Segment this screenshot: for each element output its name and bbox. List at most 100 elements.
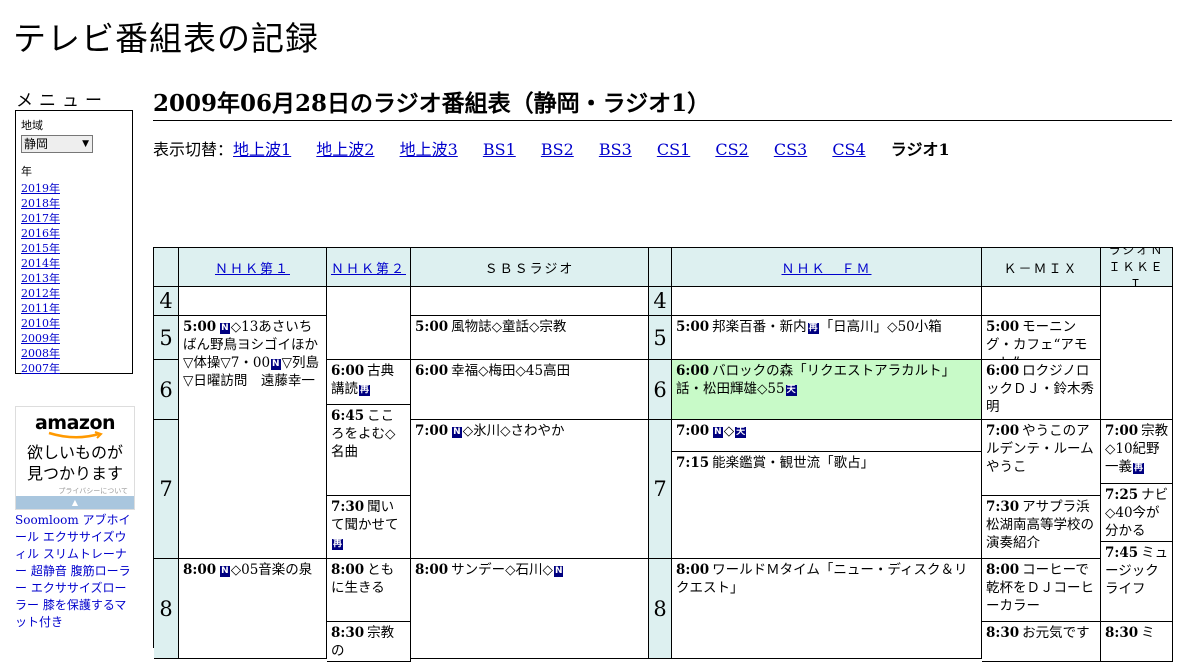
program-cell[interactable]: 7:00 宗教◇10紀野一義再 — [1101, 420, 1173, 484]
news-icon: N — [220, 323, 230, 334]
year-link[interactable]: 2010年 — [21, 316, 127, 331]
year-link[interactable]: 2019年 — [21, 181, 127, 196]
program-cell[interactable]: 5:00 邦楽百番・新内再「日高川」◇50小箱 — [672, 316, 982, 360]
program-cell[interactable]: 5:00 N ◇13あさいちばん野鳥ヨシゴイほか▽体操▽7・00 N ▽列島▽日曜訪問 … — [179, 316, 327, 559]
program-cell[interactable]: 8:30 ミ — [1101, 622, 1173, 662]
year-link[interactable]: 2015年 — [21, 241, 127, 256]
channel-link-nhk1[interactable]: ＮＨＫ第１ — [215, 258, 290, 277]
program-cell[interactable]: 8:00 N ◇05音楽の泉 — [179, 559, 327, 659]
channel-header-kmix: Ｋ－ＭＩＸ — [982, 248, 1101, 287]
amazon-logo: amazon — [34, 412, 116, 434]
ad-text-line2: 見つかります — [26, 464, 123, 483]
year-link[interactable]: 2016年 — [21, 226, 127, 241]
program-title: ◇05音楽の泉 — [230, 562, 313, 578]
amazon-ad[interactable]: amazon 欲しいものが 見つかります プライバシーについて ▲ — [15, 406, 135, 510]
program-title: ミ — [1141, 625, 1155, 641]
program-time: 6:00 — [415, 363, 449, 379]
program-cell[interactable]: 6:00 幸福◇梅田◇45高田 — [411, 360, 649, 420]
news-icon: N — [713, 427, 723, 438]
program-time: 5:00 — [183, 319, 217, 335]
year-link[interactable]: 2007年 — [21, 361, 127, 376]
program-time: 7:00 — [1105, 423, 1139, 439]
year-link[interactable]: 2009年 — [21, 331, 127, 346]
switch-link-bs2[interactable]: BS2 — [541, 140, 574, 159]
ad-text: 欲しいものが 見つかります — [16, 442, 134, 484]
program-cell[interactable]: 7:00 やうこのアルデンテ・ルームやうこ — [982, 420, 1101, 496]
year-link[interactable]: 2008年 — [21, 346, 127, 361]
ad-link[interactable]: Soomloom アブホイール エクササイズウィル スリムトレーナー 超静音 腹… — [15, 513, 131, 629]
year-link[interactable]: 2013年 — [21, 271, 127, 286]
program-cell[interactable]: 7:15 能楽鑑賞・観世流「歌占」 — [672, 452, 982, 559]
channel-link-nhkfm[interactable]: ＮＨＫ ＦＭ — [781, 258, 871, 277]
program-cell[interactable]: 7:30 アサプラ浜松湖南高等学校の演奏紹介 — [982, 496, 1101, 559]
year-link[interactable]: 2012年 — [21, 286, 127, 301]
program-title: 幸福◇梅田◇45高田 — [451, 363, 571, 379]
program-time: 8:30 — [986, 625, 1020, 641]
program-cell[interactable]: 7:25 ナビ◇40今が分かる — [1101, 484, 1173, 542]
program-cell[interactable]: 7:00 N ◇氷川◇さわやか — [411, 420, 649, 559]
program-time: 5:00 — [676, 319, 710, 335]
switch-link-terrestrial1[interactable]: 地上波1 — [233, 140, 291, 159]
switch-link-cs1[interactable]: CS1 — [657, 140, 690, 159]
rebroadcast-icon: 再 — [1133, 463, 1145, 474]
program-cell[interactable]: 7:00 N ◇ 天 — [672, 420, 982, 452]
channel-header-nhk1: ＮＨＫ第１ — [179, 248, 327, 287]
chevron-down-icon: ▼ — [82, 139, 89, 149]
channel-link-nhk2[interactable]: ＮＨＫ第２ — [331, 258, 406, 277]
site-title: テレビ番組表の記録 — [13, 19, 319, 58]
ad-privacy[interactable]: プライバシーについて — [16, 486, 134, 496]
program-cell[interactable]: 6:00 ロクジノロックＤＪ・鈴木秀明 — [982, 360, 1101, 420]
program-cell[interactable]: 7:30 聞いて聞かせて再 — [327, 496, 411, 559]
menu-box: 地域 静岡 ▼ 年 2019年 2018年 2017年 2016年 2015年 … — [15, 110, 133, 376]
switch-link-cs2[interactable]: CS2 — [715, 140, 748, 159]
program-cell[interactable]: 8:00 ともに生きる — [327, 559, 411, 622]
program-cell[interactable]: 8:00 サンデー◇石川◇ N — [411, 559, 649, 659]
program-cell[interactable]: 8:30 宗教の — [327, 622, 411, 662]
year-link[interactable]: 2014年 — [21, 256, 127, 271]
program-time: 7:30 — [331, 499, 365, 515]
program-title: サンデー◇石川◇ — [451, 562, 553, 578]
switch-link-terrestrial2[interactable]: 地上波2 — [316, 140, 374, 159]
program-cell[interactable]: 8:00 ワールドＭタイム「ニュー・ディスク＆リクエスト」 — [672, 559, 982, 659]
hour-label: 8 — [649, 559, 672, 659]
ad-expand-bar[interactable]: ▲ — [16, 496, 134, 509]
channel-header-sbs: ＳＢＳラジオ — [411, 248, 649, 287]
hour-label: 7 — [649, 420, 672, 559]
empty-slot — [672, 287, 982, 316]
program-time: 7:45 — [1105, 545, 1139, 561]
hour-label: 5 — [649, 316, 672, 360]
program-cell[interactable]: 5:00 風物誌◇童話◇宗教 — [411, 316, 649, 360]
program-title: ◇ — [723, 423, 735, 439]
program-title: ワールドＭタイム「ニュー・ディスク＆リクエスト」 — [676, 562, 968, 596]
year-link[interactable]: 2018年 — [21, 196, 127, 211]
program-cell[interactable]: 8:00 コーヒーで乾杯をＤＪコーヒーカラー — [982, 559, 1101, 622]
program-time: 8:00 — [676, 562, 710, 578]
year-link[interactable]: 2017年 — [21, 211, 127, 226]
corner-header — [649, 248, 672, 287]
weather-icon: 天 — [785, 385, 797, 396]
corner-header — [154, 248, 179, 287]
program-cell[interactable]: 5:00モーニング・カフェ“アモーレ” — [982, 316, 1101, 360]
region-label: 地域 — [21, 119, 43, 132]
program-cell-highlighted[interactable]: 6:00 バロックの森「リクエストアラカルト」話・松田輝雄◇55 天 — [672, 360, 982, 420]
year-link[interactable]: 2011年 — [21, 301, 127, 316]
empty-slot — [982, 287, 1101, 316]
program-time: 5:00 — [986, 319, 1020, 335]
switch-link-cs4[interactable]: CS4 — [832, 140, 865, 159]
program-cell[interactable]: 8:30 お元気です — [982, 622, 1101, 662]
news-icon: N — [452, 427, 462, 438]
program-cell[interactable]: 7:45 ミュージックライフ — [1101, 542, 1173, 622]
program-cell[interactable]: 6:45 こころをよむ◇名曲 — [327, 405, 411, 496]
switch-link-bs1[interactable]: BS1 — [483, 140, 516, 159]
program-cell[interactable]: 6:00 古典講読再 — [327, 360, 411, 405]
switch-link-terrestrial3[interactable]: 地上波3 — [400, 140, 458, 159]
switch-link-cs3[interactable]: CS3 — [774, 140, 807, 159]
empty-slot — [1101, 287, 1173, 420]
switch-link-bs3[interactable]: BS3 — [599, 140, 632, 159]
region-select[interactable]: 静岡 ▼ — [21, 135, 93, 153]
rebroadcast-icon: 再 — [359, 385, 371, 396]
channel-header-nhkfm: ＮＨＫ ＦＭ — [672, 248, 982, 287]
program-time: 8:00 — [415, 562, 449, 578]
program-title: ◇氷川◇さわやか — [462, 423, 565, 439]
program-time: 7:30 — [986, 499, 1020, 515]
